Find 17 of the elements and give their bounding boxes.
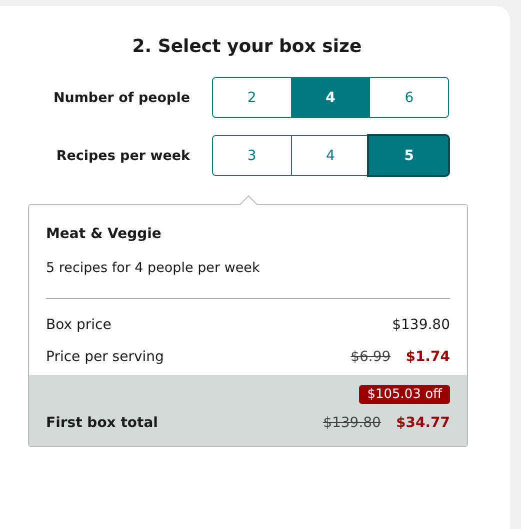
option-button[interactable]: 5 (369, 136, 448, 175)
total-label: First box total (46, 415, 158, 431)
price-label: Box price (46, 317, 112, 333)
selector-label: Number of people (52, 90, 190, 106)
selector-label: Recipes per week (55, 148, 190, 164)
price-value: $139.80 (392, 317, 450, 333)
discount-badge: $105.03 off (359, 385, 450, 404)
section-title: 2. Select your box size (131, 36, 363, 57)
discounted-price: $1.74 (406, 349, 450, 365)
option-button[interactable]: 6 (369, 78, 448, 117)
discounted-total: $34.77 (396, 415, 450, 431)
original-price: $6.99 (350, 349, 391, 365)
plan-name: Meat & Veggie (46, 226, 162, 242)
plan-description: 5 recipes for 4 people per week (46, 260, 261, 276)
price-label: Price per serving (46, 349, 164, 365)
option-button[interactable]: 4 (290, 78, 370, 117)
original-total: $139.80 (323, 415, 381, 431)
